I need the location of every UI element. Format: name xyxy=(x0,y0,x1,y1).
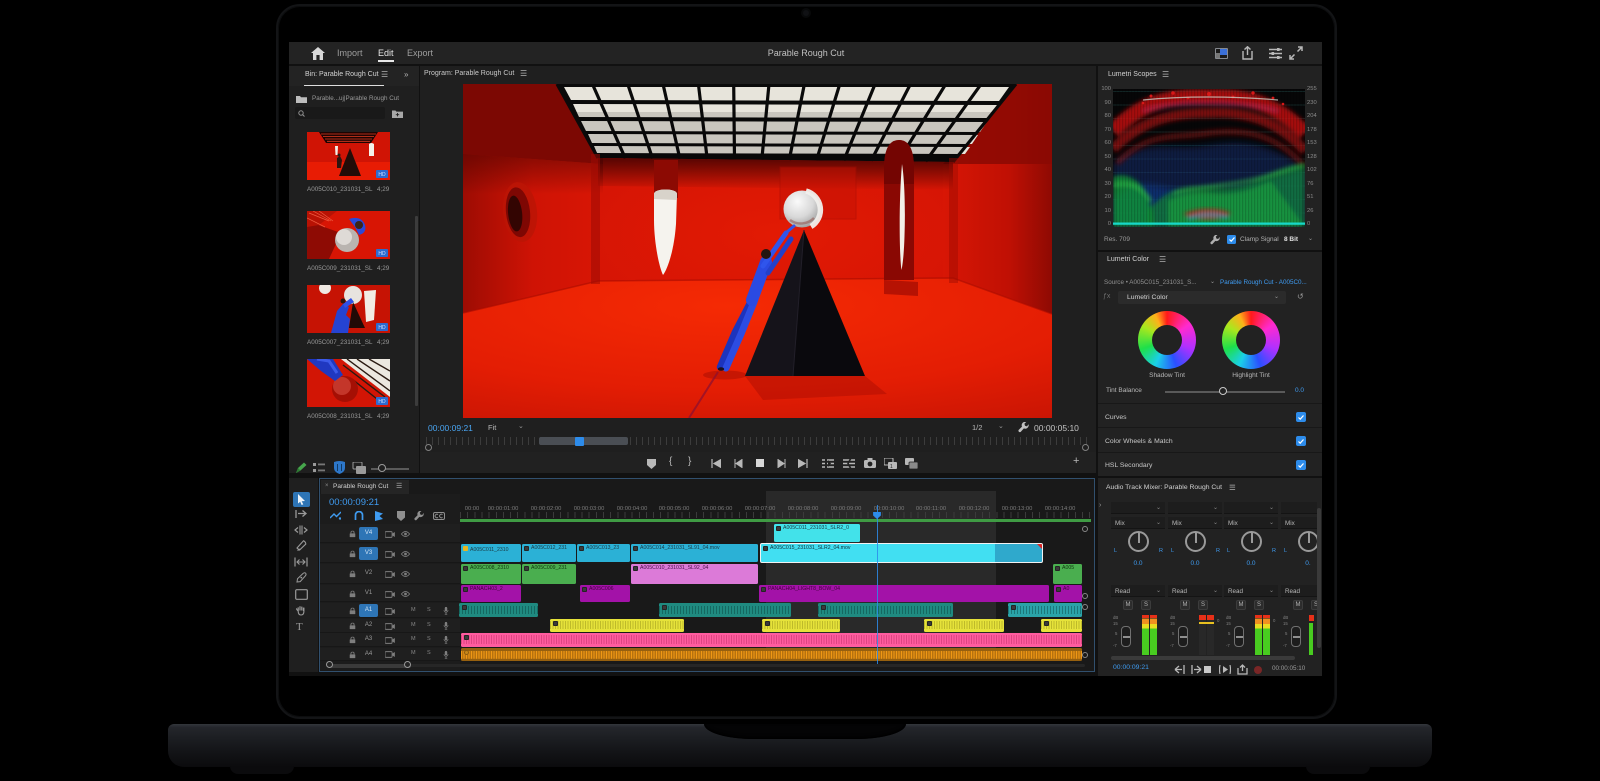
svg-text:HD: HD xyxy=(378,325,386,331)
svg-text:HD: HD xyxy=(378,251,386,257)
svg-text:1: 1 xyxy=(890,464,893,469)
svg-text:HD: HD xyxy=(378,172,386,178)
svg-text:HD: HD xyxy=(378,399,386,405)
